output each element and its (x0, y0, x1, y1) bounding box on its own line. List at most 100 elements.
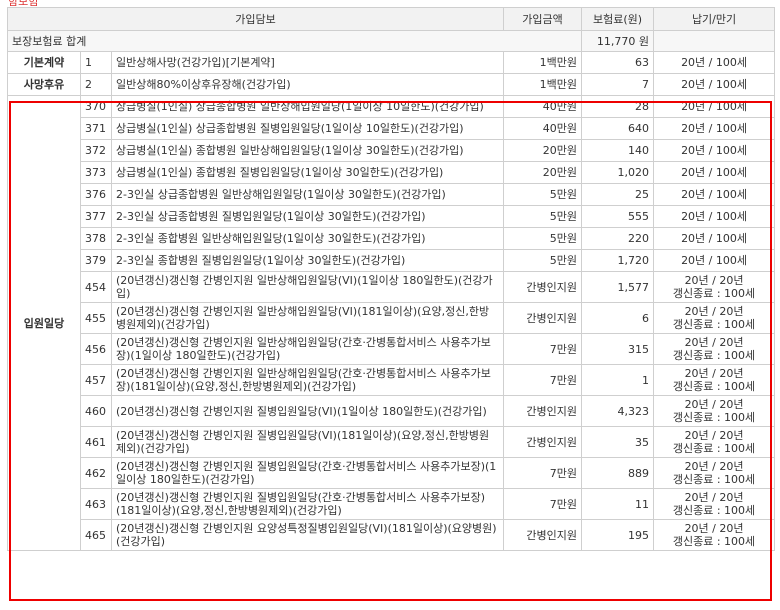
row-number: 465 (80, 519, 112, 551)
table-row: 372 상급병실(1인실) 종합병원 일반상해입원일당(1일이상 30일한도)(건… (8, 139, 776, 162)
coverage-premium: 195 (581, 519, 655, 551)
row-number: 457 (80, 364, 112, 396)
coverage-amount: 1백만원 (503, 73, 583, 96)
coverage-table: 가입담보 가입금액 보험료(원) 납기/만기 보장보험료 합계 11,770 원… (6, 7, 776, 551)
coverage-term: 20년 / 100세 (653, 73, 776, 96)
coverage-premium: 63 (581, 51, 655, 74)
coverage-amount: 40만원 (503, 95, 583, 118)
category-cell: 입원일당 (7, 95, 81, 551)
col-header-term: 납기/만기 (653, 7, 776, 31)
category-cell: 사망후유 (7, 73, 81, 96)
coverage-name: (20년갱신)갱신형 간병인지원 질병입원일당(간호·간병통합서비스 사용추가보… (110, 457, 505, 489)
table-header-row: 가입담보 가입금액 보험료(원) 납기/만기 (6, 7, 776, 31)
summary-label: 보장보험료 합계 (6, 30, 583, 52)
row-number: 463 (80, 488, 112, 520)
coverage-amount: 5만원 (503, 205, 583, 228)
row-number: 454 (80, 271, 112, 303)
table-row: 373 상급병실(1인실) 종합병원 질병입원일당(1일이상 30일한도)(건강가… (8, 161, 776, 184)
row-number: 460 (80, 395, 112, 427)
row-number: 370 (80, 95, 112, 118)
summary-total: 11,770 원 (581, 30, 655, 52)
table-row: 379 2-3인실 종합병원 질병입원일당(1일이상 30일한도)(건강가입) 5만… (8, 249, 776, 272)
coverage-term: 20년 / 100세 (653, 161, 776, 184)
coverage-term: 20년 / 20년 갱신종료 : 100세 (653, 488, 776, 520)
coverage-name: 상급병실(1인실) 종합병원 질병입원일당(1일이상 30일한도)(건강가입) (110, 161, 505, 184)
coverage-name: (20년갱신)갱신형 간병인지원 일반상해입원일당(VI)(1일이상 180일한… (110, 271, 505, 303)
table-row: 465 (20년갱신)갱신형 간병인지원 요양성특정질병입원일당(VI)(181일… (8, 519, 776, 551)
col-header-premium: 보험료(원) (581, 7, 655, 31)
table-row: 입원일당 370 상급병실(1인실) 상급종합병원 일반상해입원일당(1일이상 10… (7, 95, 776, 551)
coverage-name: 2-3인실 종합병원 질병입원일당(1일이상 30일한도)(건강가입) (110, 249, 505, 272)
coverage-name: 일반상해사망(건강가입)[기본계약] (110, 51, 505, 74)
coverage-amount: 간병인지원 (503, 426, 583, 458)
coverage-premium: 1 (581, 364, 655, 396)
coverage-term: 20년 / 20년 갱신종료 : 100세 (653, 457, 776, 489)
coverage-premium: 11 (581, 488, 655, 520)
table-row: 456 (20년갱신)갱신형 간병인지원 일반상해입원일당(간호·간병통합서비스 … (8, 333, 776, 365)
coverage-name: 2-3인실 상급종합병원 일반상해입원일당(1일이상 30일한도)(건강가입) (110, 183, 505, 206)
coverage-term: 20년 / 100세 (653, 95, 776, 118)
coverage-term: 20년 / 20년 갱신종료 : 100세 (653, 519, 776, 551)
row-number: 371 (80, 117, 112, 140)
coverage-premium: 28 (581, 95, 655, 118)
row-number: 376 (80, 183, 112, 206)
category-cell: 기본계약 (7, 51, 81, 74)
table-row: 371 상급병실(1인실) 상급종합병원 질병입원일당(1일이상 10일한도)(건… (8, 117, 776, 140)
coverage-name: 상급병실(1인실) 상급종합병원 일반상해입원일당(1일이상 10일한도)(건강… (110, 95, 505, 118)
coverage-amount: 간병인지원 (503, 519, 583, 551)
coverage-amount: 7만원 (503, 364, 583, 396)
row-number: 379 (80, 249, 112, 272)
coverage-term: 20년 / 100세 (653, 51, 776, 74)
coverage-name: (20년갱신)갱신형 간병인지원 질병입원일당(간호·간병통합서비스 사용추가보… (110, 488, 505, 520)
coverage-amount: 20만원 (503, 161, 583, 184)
coverage-term: 20년 / 100세 (653, 205, 776, 228)
coverage-premium: 889 (581, 457, 655, 489)
coverage-term: 20년 / 20년 갱신종료 : 100세 (653, 333, 776, 365)
table-row: 460 (20년갱신)갱신형 간병인지원 질병입원일당(VI)(1일이상 180일… (8, 395, 776, 427)
table-row: 463 (20년갱신)갱신형 간병인지원 질병입원일당(간호·간병통합서비스 사용… (8, 488, 776, 520)
coverage-amount: 5만원 (503, 249, 583, 272)
table-row: 기본계약 1 일반상해사망(건강가입)[기본계약] 1백만원 63 20년 / 100세 (7, 51, 776, 74)
coverage-name: 2-3인실 종합병원 일반상해입원일당(1일이상 30일한도)(건강가입) (110, 227, 505, 250)
coverage-amount: 7만원 (503, 488, 583, 520)
table-row: 462 (20년갱신)갱신형 간병인지원 질병입원일당(간호·간병통합서비스 사용… (8, 457, 776, 489)
coverage-amount: 1백만원 (503, 51, 583, 74)
coverage-premium: 1,720 (581, 249, 655, 272)
col-header-coverage: 가입담보 (6, 7, 505, 31)
table-row: 455 (20년갱신)갱신형 간병인지원 일반상해입원일당(VI)(181일이상)… (8, 302, 776, 334)
coverage-amount: 20만원 (503, 139, 583, 162)
coverage-term: 20년 / 20년 갱신종료 : 100세 (653, 395, 776, 427)
coverage-premium: 25 (581, 183, 655, 206)
coverage-premium: 220 (581, 227, 655, 250)
row-number: 378 (80, 227, 112, 250)
coverage-name: (20년갱신)갱신형 간병인지원 질병입원일당(VI)(1일이상 180일한도)… (110, 395, 505, 427)
row-number: 455 (80, 302, 112, 334)
coverage-term: 20년 / 100세 (653, 183, 776, 206)
coverage-name: 2-3인실 상급종합병원 질병입원일당(1일이상 30일한도)(건강가입) (110, 205, 505, 228)
summary-row: 보장보험료 합계 11,770 원 (6, 30, 776, 52)
coverage-amount: 간병인지원 (503, 271, 583, 303)
table-row: 461 (20년갱신)갱신형 간병인지원 질병입원일당(VI)(181일이상)(요… (8, 426, 776, 458)
row-number: 456 (80, 333, 112, 365)
table-row: 377 2-3인실 상급종합병원 질병입원일당(1일이상 30일한도)(건강가입)… (8, 205, 776, 228)
coverage-amount: 간병인지원 (503, 302, 583, 334)
coverage-name: (20년갱신)갱신형 간병인지원 요양성특정질병입원일당(VI)(181일이상)… (110, 519, 505, 551)
table-row: 사망후유 2 일반상해80%이상후유장해(건강가입) 1백만원 7 20년 / 100세 (7, 73, 776, 96)
coverage-amount: 간병인지원 (503, 395, 583, 427)
coverage-amount: 5만원 (503, 227, 583, 250)
coverage-premium: 6 (581, 302, 655, 334)
row-number: 2 (80, 73, 112, 96)
coverage-term: 20년 / 20년 갱신종료 : 100세 (653, 364, 776, 396)
coverage-name: 상급병실(1인실) 상급종합병원 질병입원일당(1일이상 10일한도)(건강가입… (110, 117, 505, 140)
coverage-premium: 1,577 (581, 271, 655, 303)
coverage-premium: 7 (581, 73, 655, 96)
coverage-premium: 4,323 (581, 395, 655, 427)
coverage-name: (20년갱신)갱신형 간병인지원 일반상해입원일당(간호·간병통합서비스 사용추… (110, 333, 505, 365)
row-number: 377 (80, 205, 112, 228)
coverage-name: 일반상해80%이상후유장해(건강가입) (110, 73, 505, 96)
coverage-term: 20년 / 20년 갱신종료 : 100세 (653, 426, 776, 458)
coverage-amount: 7만원 (503, 333, 583, 365)
coverage-premium: 140 (581, 139, 655, 162)
row-number: 1 (80, 51, 112, 74)
coverage-term: 20년 / 20년 갱신종료 : 100세 (653, 271, 776, 303)
